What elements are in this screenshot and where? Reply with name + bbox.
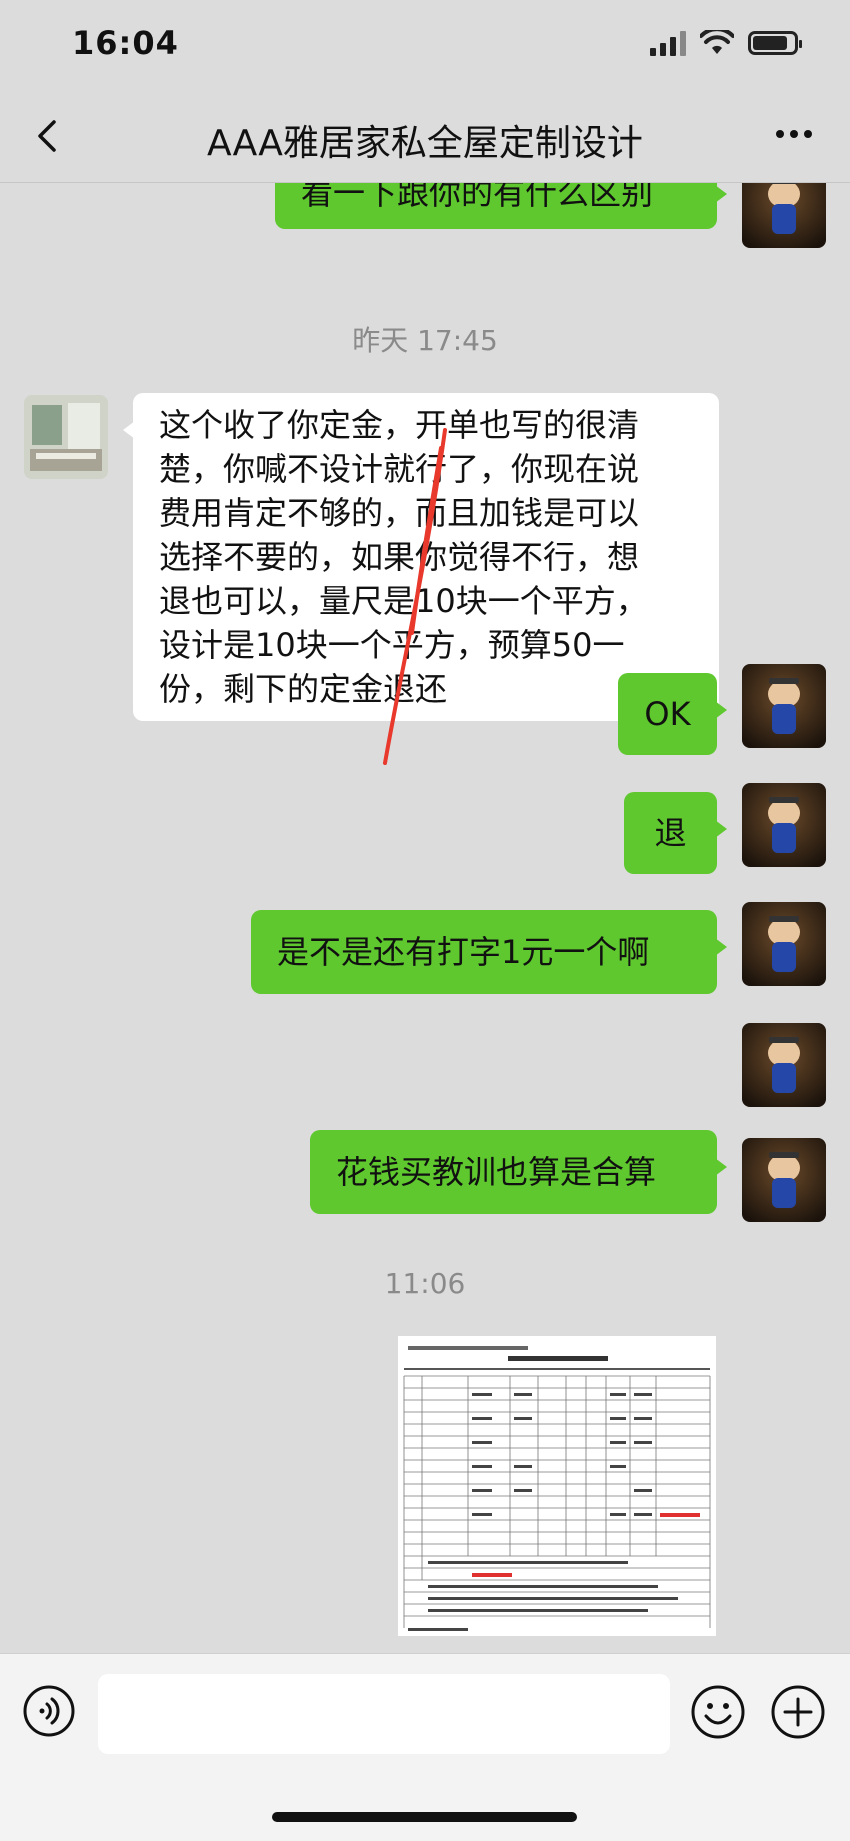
message-bubble-incoming[interactable]: 这个收了你定金，开单也写的很清 楚，你喊不设计就行了，你现在说 费用肯定不够的，… bbox=[123, 393, 719, 721]
battery-icon bbox=[748, 31, 802, 55]
voice-icon[interactable] bbox=[22, 1684, 76, 1738]
timestamp: 11:06 bbox=[384, 1267, 466, 1300]
message-text: OK bbox=[644, 695, 691, 733]
message-text: 是不是还有打字1元一个啊 bbox=[277, 933, 650, 971]
contact-avatar[interactable] bbox=[24, 395, 108, 479]
message-input[interactable] bbox=[98, 1674, 670, 1754]
message-line: 份，剩下的定金退还 bbox=[159, 670, 448, 708]
message-bubble-outgoing[interactable]: 看一下跟你的有什么区别 bbox=[275, 183, 727, 229]
my-avatar[interactable] bbox=[742, 902, 826, 986]
message-line: 退也可以，量尺是10块一个平方， bbox=[159, 582, 648, 620]
status-bar: 16:04 bbox=[0, 0, 850, 100]
status-icons bbox=[650, 30, 802, 56]
message-bubble-outgoing[interactable]: OK bbox=[618, 673, 727, 755]
quotation-image-message[interactable] bbox=[398, 1336, 716, 1636]
message-bubble-outgoing[interactable]: 退 bbox=[624, 792, 727, 874]
battery-level bbox=[753, 36, 787, 50]
my-avatar[interactable] bbox=[742, 1138, 826, 1222]
plus-icon[interactable] bbox=[770, 1684, 826, 1740]
timestamp: 昨天 17:45 bbox=[352, 324, 498, 357]
document-thumbnail bbox=[398, 1336, 716, 1636]
my-avatar[interactable] bbox=[742, 783, 826, 867]
message-bubble-outgoing[interactable]: 是不是还有打字1元一个啊 bbox=[251, 910, 727, 994]
message-list[interactable]: 看一下跟你的有什么区别 昨天 17:45 这个收了你定金，开单也写的很清 楚，你… bbox=[0, 183, 850, 1653]
chat-header: AAA雅居家私全屋定制设计 bbox=[0, 100, 850, 183]
status-time: 16:04 bbox=[72, 24, 179, 62]
message-text: 花钱买教训也算是合算 bbox=[336, 1153, 657, 1191]
signal-icon bbox=[650, 30, 686, 56]
home-indicator[interactable] bbox=[272, 1812, 577, 1822]
message-line: 楚，你喊不设计就行了，你现在说 bbox=[159, 450, 640, 488]
my-avatar[interactable] bbox=[742, 183, 826, 248]
message-line: 选择不要的，如果你觉得不行，想 bbox=[159, 538, 640, 576]
message-text: 看一下跟你的有什么区别 bbox=[301, 183, 654, 212]
emoji-icon[interactable] bbox=[690, 1684, 746, 1740]
my-avatar[interactable] bbox=[742, 1023, 826, 1107]
chat-title[interactable]: AAA雅居家私全屋定制设计 bbox=[160, 114, 690, 166]
message-line: 费用肯定不够的，而且加钱是可以 bbox=[159, 494, 640, 532]
chevron-left-icon[interactable] bbox=[28, 116, 68, 156]
message-line: 设计是10块一个平方，预算50一 bbox=[159, 626, 625, 664]
message-bubble-outgoing[interactable]: 花钱买教训也算是合算 bbox=[310, 1130, 727, 1214]
message-text: 退 bbox=[654, 814, 687, 852]
wifi-icon bbox=[700, 30, 734, 54]
my-avatar[interactable] bbox=[742, 664, 826, 748]
message-line: 这个收了你定金，开单也写的很清 bbox=[159, 406, 640, 444]
more-dots-icon[interactable] bbox=[774, 128, 814, 140]
